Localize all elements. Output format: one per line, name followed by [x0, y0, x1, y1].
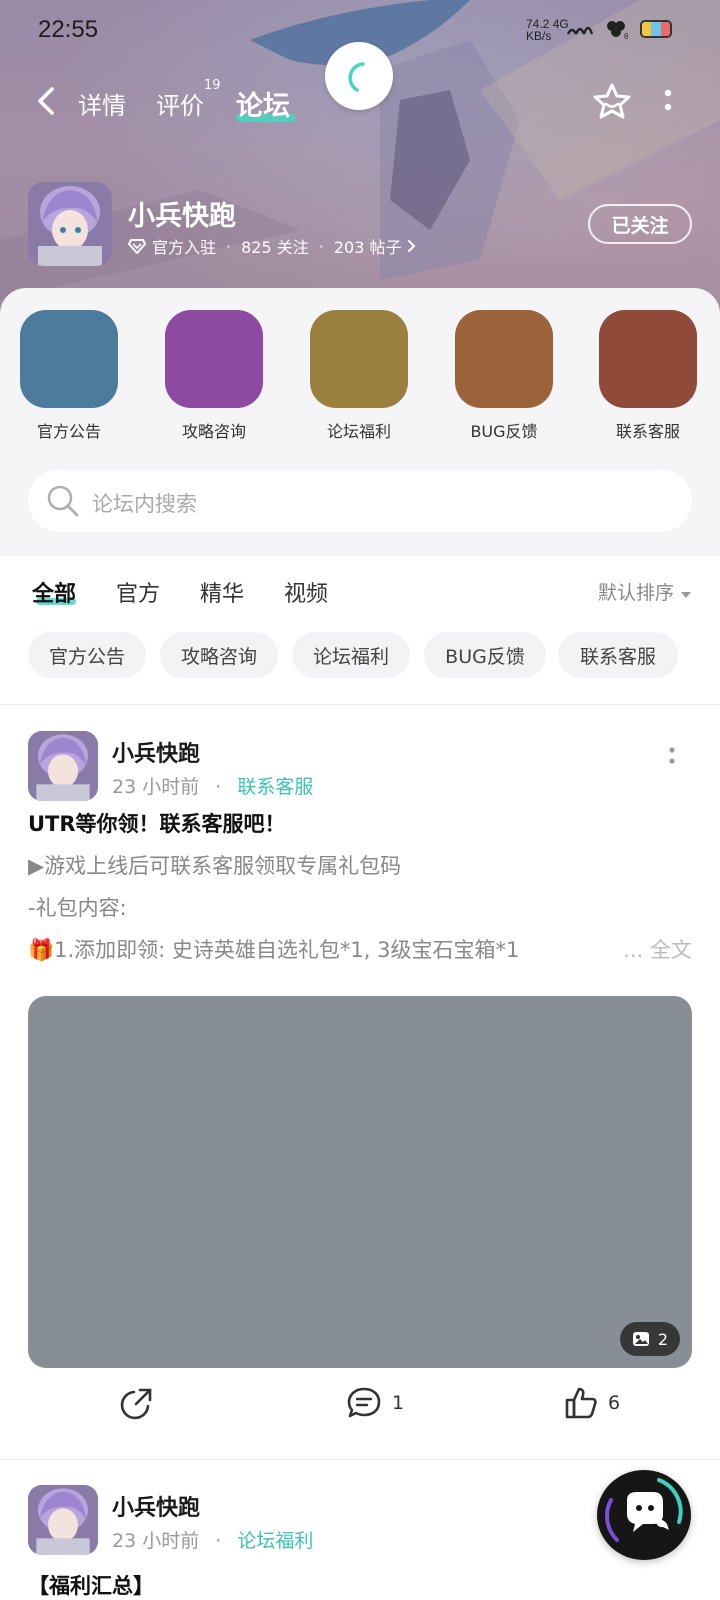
signal-icon: [566, 26, 594, 35]
share-icon: [120, 1388, 152, 1420]
post-title[interactable]: UTR等你领！联系客服吧！: [28, 808, 286, 838]
network-speed-unit: KB/s: [526, 29, 552, 43]
loading-spinner: [325, 42, 393, 110]
fulltext-link: 全文: [650, 938, 692, 962]
official-label: 官方入驻: [152, 238, 217, 257]
post-card[interactable]: 小兵快跑 23 小时前 · 联系客服 UTR等你领！联系客服吧！ ▶游戏上线后可…: [0, 706, 720, 1460]
category-label: 论坛福利: [326, 422, 391, 441]
category-bug-report[interactable]: BUG反馈: [454, 310, 554, 442]
like-button[interactable]: 6: [564, 1386, 620, 1420]
filter-bar: 全部 官方 精华 视频 默认排序 官方公告 攻略咨询 论坛福利 BUG反馈 联系…: [0, 556, 720, 706]
posts-count[interactable]: 203 帖子: [334, 234, 402, 258]
category-label: 官方公告: [36, 422, 101, 441]
image-count-badge: 2: [619, 1322, 680, 1356]
back-arrow-icon[interactable]: [34, 86, 60, 116]
svg-text:6: 6: [624, 32, 629, 40]
floating-chat-button[interactable]: [597, 1470, 691, 1560]
category-guides[interactable]: 攻略咨询: [164, 310, 264, 442]
game-avatar[interactable]: [28, 182, 112, 266]
image-icon: [632, 1332, 649, 1346]
category-welfare[interactable]: 论坛福利: [309, 310, 409, 442]
comment-icon: [347, 1387, 381, 1418]
category-label: 联系客服: [615, 422, 680, 441]
tab-forum[interactable]: 论坛: [236, 84, 290, 123]
chip-guides[interactable]: 攻略咨询: [160, 632, 278, 678]
chevron-right-icon: [408, 240, 416, 252]
category-icon: [165, 310, 263, 408]
meta-separator: ·: [226, 236, 232, 256]
read-more[interactable]: ... 全文: [615, 934, 692, 964]
game-title: 小兵快跑: [128, 201, 236, 232]
post-body-line: ▶游戏上线后可联系客服领取专属礼包码: [28, 854, 402, 878]
filter-tab-featured[interactable]: 精华: [200, 576, 244, 608]
category-icon: [599, 310, 697, 408]
game-meta: 官方入驻 · 825 关注 · 203 帖子: [128, 234, 417, 258]
tab-reviews[interactable]: 评价: [156, 86, 204, 121]
search-input[interactable]: 论坛内搜索: [28, 470, 692, 532]
tab-details[interactable]: 详情: [78, 86, 126, 121]
author-avatar[interactable]: [28, 731, 98, 801]
chip-customer-service[interactable]: 联系客服: [558, 632, 678, 678]
post-meta: 23 小时前 · 联系客服: [112, 772, 313, 799]
meta-separator: ·: [318, 236, 324, 256]
post-tag[interactable]: 联系客服: [237, 776, 313, 798]
status-time: 22:55: [38, 16, 99, 43]
reviews-count-badge: 19: [204, 78, 221, 93]
post-more-icon[interactable]: [668, 746, 676, 766]
meta-separator: ·: [215, 776, 222, 798]
favorite-star-icon[interactable]: [592, 82, 632, 120]
battery-icon: [640, 20, 672, 38]
comment-button[interactable]: 1: [346, 1386, 404, 1420]
post-body-line: -礼包内容:: [28, 896, 127, 920]
post-time: 23 小时前: [112, 1530, 200, 1552]
search-icon: [47, 485, 79, 517]
header-hero: 22:55 74.2 4G KB/s 6 详情 评价 19 论坛 小兵快跑 官方…: [0, 0, 720, 320]
thumbs-up-icon: [565, 1387, 597, 1419]
sort-label: 默认排序: [598, 582, 675, 604]
category-panel: 官方公告 攻略咨询 论坛福利 BUG反馈 联系客服 论坛内搜索: [0, 288, 720, 556]
meta-separator: ·: [215, 1530, 222, 1552]
category-official-notice[interactable]: 官方公告: [19, 310, 119, 442]
post-tag[interactable]: 论坛福利: [237, 1530, 313, 1552]
post-author[interactable]: 小兵快跑: [112, 736, 200, 768]
category-label: 攻略咨询: [181, 422, 246, 441]
divider: [0, 704, 720, 705]
chip-official-notice[interactable]: 官方公告: [28, 632, 146, 678]
post-author[interactable]: 小兵快跑: [112, 1490, 200, 1522]
ellipsis: ...: [623, 938, 644, 962]
category-icon: [310, 310, 408, 408]
category-customer-service[interactable]: 联系客服: [598, 310, 698, 442]
share-button[interactable]: [120, 1386, 154, 1420]
post-time: 23 小时前: [112, 776, 200, 798]
spinner-icon: [348, 62, 365, 92]
filter-tab-all[interactable]: 全部: [32, 576, 76, 608]
filter-tab-video[interactable]: 视频: [284, 576, 328, 608]
comment-count: 1: [392, 1392, 405, 1414]
followers-count: 825 关注: [241, 238, 309, 257]
post-image[interactable]: 2: [28, 996, 692, 1368]
follow-button[interactable]: 已关注: [588, 204, 692, 244]
network-speed: 74.2 4G KB/s: [526, 18, 569, 42]
post-title[interactable]: 【福利汇总】: [28, 1570, 154, 1600]
caret-down-icon: [681, 592, 692, 598]
post-meta: 23 小时前 · 论坛福利: [112, 1526, 313, 1553]
wifi-icon: 6: [607, 21, 629, 40]
search-placeholder: 论坛内搜索: [92, 492, 197, 516]
verified-diamond-icon: [128, 239, 146, 254]
chip-welfare[interactable]: 论坛福利: [292, 632, 410, 678]
chat-bubble-icon: [605, 1478, 683, 1542]
sort-dropdown[interactable]: 默认排序: [598, 578, 692, 605]
category-icon: [20, 310, 118, 408]
game-info: 小兵快跑 官方入驻 · 825 关注 · 203 帖子 已关注: [28, 182, 708, 272]
more-options-icon[interactable]: [662, 88, 674, 114]
author-avatar[interactable]: [28, 1485, 98, 1555]
category-label: BUG反馈: [470, 422, 538, 441]
post-body-line: 🎁1.添加即领: 史诗英雄自选礼包*1, 3级宝石宝箱*1 ... 全文: [28, 934, 692, 964]
category-icon: [455, 310, 553, 408]
chip-bug-report[interactable]: BUG反馈: [424, 632, 546, 678]
filter-tab-official[interactable]: 官方: [116, 576, 160, 608]
post-body-text: 🎁1.添加即领: 史诗英雄自选礼包*1, 3级宝石宝箱*1: [28, 938, 520, 962]
image-count: 2: [657, 1329, 668, 1349]
like-count: 6: [608, 1392, 621, 1414]
